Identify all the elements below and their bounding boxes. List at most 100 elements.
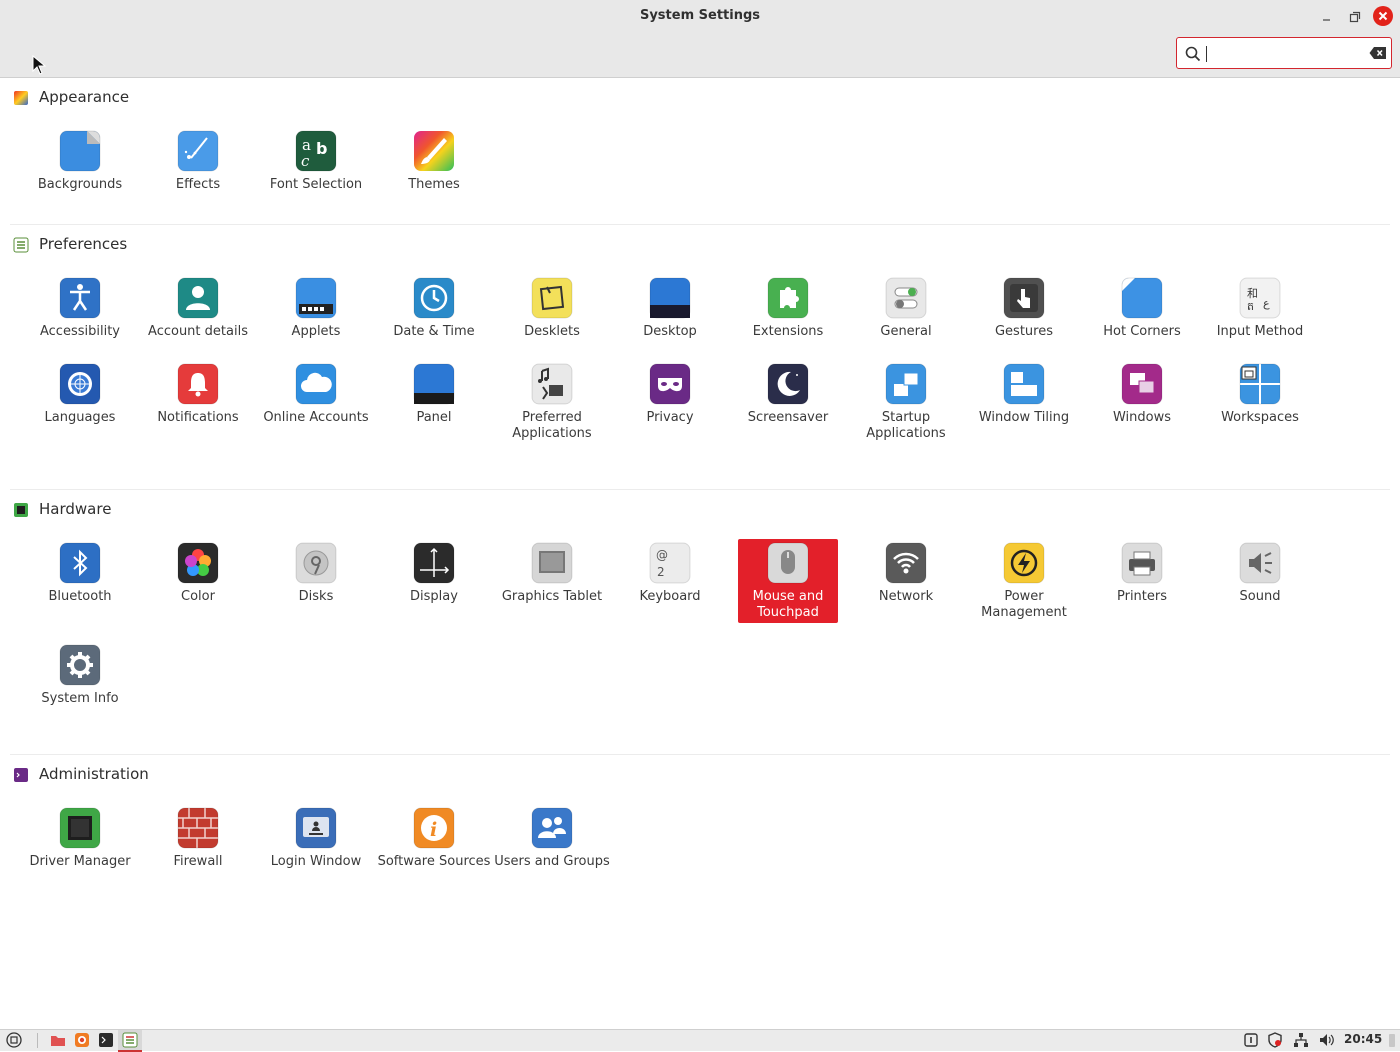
close-button[interactable]: [1373, 6, 1393, 26]
svg-text:ត: ត: [1247, 300, 1254, 313]
taskbar-active-window[interactable]: [118, 1030, 142, 1052]
cloud-icon: [295, 363, 337, 405]
settings-item-label: Hot Corners: [1103, 324, 1181, 339]
settings-item-general[interactable]: General: [856, 274, 956, 358]
appearance-section-icon: [14, 91, 28, 105]
settings-item-accessibility[interactable]: Accessibility: [30, 274, 130, 358]
settings-item-label: Disks: [298, 589, 334, 604]
settings-item-privacy[interactable]: Privacy: [620, 360, 720, 444]
settings-item-label: Windows: [1112, 410, 1172, 425]
settings-item-extensions[interactable]: Extensions: [738, 274, 838, 358]
settings-item-window-tiling[interactable]: Window Tiling: [974, 360, 1074, 444]
firefox-icon[interactable]: [74, 1032, 90, 1048]
settings-item-software-sources[interactable]: i Software Sources: [378, 804, 490, 888]
settings-item-backgrounds[interactable]: Backgrounds: [30, 127, 130, 211]
info-icon: i: [413, 807, 455, 849]
settings-item-label: Desktop: [643, 324, 697, 339]
settings-item-label: Effects: [175, 177, 221, 192]
maximize-button[interactable]: [1345, 7, 1365, 27]
settings-item-label: Driver Manager: [29, 854, 131, 869]
settings-item-driver-manager[interactable]: Driver Manager: [29, 804, 131, 888]
display-icon: [413, 542, 455, 584]
settings-item-screensaver[interactable]: Screensaver: [738, 360, 838, 444]
puzzle-icon: [767, 277, 809, 319]
settings-item-disks[interactable]: Disks: [266, 539, 366, 623]
settings-item-startup-applications[interactable]: Startup Applications: [856, 360, 956, 444]
svg-text:i: i: [430, 819, 437, 841]
search-box[interactable]: [1176, 37, 1392, 69]
files-icon[interactable]: [50, 1032, 66, 1048]
font-selection-icon: abc: [295, 130, 337, 172]
settings-item-hot-corners[interactable]: Hot Corners: [1092, 274, 1192, 358]
volume-tray-icon[interactable]: [1318, 1032, 1334, 1048]
settings-item-desktop[interactable]: Desktop: [620, 274, 720, 358]
settings-item-online-accounts[interactable]: Online Accounts: [263, 360, 369, 444]
settings-item-date-time[interactable]: Date & Time: [384, 274, 484, 358]
settings-item-workspaces[interactable]: Workspaces: [1210, 360, 1310, 444]
settings-item-preferred-applications[interactable]: Preferred Applications: [502, 360, 602, 444]
settings-item-notifications[interactable]: Notifications: [148, 360, 248, 444]
settings-item-system-info[interactable]: System Info: [30, 641, 130, 725]
settings-item-color[interactable]: Color: [148, 539, 248, 623]
show-desktop-button[interactable]: [1389, 1034, 1395, 1047]
settings-item-mouse-and-touchpad[interactable]: Mouse and Touchpad: [738, 539, 838, 623]
effects-icon: [177, 130, 219, 172]
menu-icon[interactable]: [6, 1032, 22, 1048]
settings-item-account-details[interactable]: Account details: [148, 274, 248, 358]
settings-item-sound[interactable]: Sound: [1210, 539, 1310, 623]
settings-item-graphics-tablet[interactable]: Graphics Tablet: [502, 539, 602, 623]
settings-item-label: Notifications: [157, 410, 239, 425]
settings-item-label: Window Tiling: [978, 410, 1070, 425]
settings-item-label: System Info: [41, 691, 119, 706]
users-icon: [531, 807, 573, 849]
panel-icon: [413, 363, 455, 405]
settings-item-desklets[interactable]: Desklets: [502, 274, 602, 358]
settings-item-firewall[interactable]: Firewall: [148, 804, 248, 888]
settings-item-gestures[interactable]: Gestures: [974, 274, 1074, 358]
title-bar[interactable]: System Settings: [0, 0, 1400, 78]
search-icon: [1185, 46, 1201, 62]
settings-item-applets[interactable]: Applets: [266, 274, 366, 358]
settings-item-font-selection[interactable]: a b c Font Selection: [266, 127, 366, 211]
settings-item-printers[interactable]: Printers: [1092, 539, 1192, 623]
settings-item-effects[interactable]: Effects: [148, 127, 248, 211]
settings-item-network[interactable]: Network: [856, 539, 956, 623]
settings-item-users-and-groups[interactable]: Users and Groups: [494, 804, 610, 888]
color-icon: [177, 542, 219, 584]
clock[interactable]: 20:45: [1344, 1032, 1382, 1046]
settings-item-power-management[interactable]: Power Management: [974, 539, 1074, 623]
shield-tray-icon[interactable]: [1267, 1032, 1283, 1048]
notes-tray-icon[interactable]: [1243, 1032, 1259, 1048]
settings-item-panel[interactable]: Panel: [384, 360, 484, 444]
terminal-icon[interactable]: [98, 1032, 114, 1048]
preferred-apps-icon: [531, 363, 573, 405]
account-details-icon: [177, 277, 219, 319]
settings-item-display[interactable]: Display: [384, 539, 484, 623]
settings-item-login-window[interactable]: Login Window: [266, 804, 366, 888]
hot-corners-icon: [1121, 277, 1163, 319]
clear-search-icon[interactable]: [1369, 46, 1387, 60]
wifi-icon: [885, 542, 927, 584]
settings-item-label: Workspaces: [1221, 410, 1299, 425]
disk-icon: [295, 542, 337, 584]
clock-icon: [413, 277, 455, 319]
section-title: Preferences: [39, 235, 128, 253]
section-divider: [10, 754, 1390, 755]
hand-icon: [1003, 277, 1045, 319]
settings-item-languages[interactable]: Languages: [30, 360, 130, 444]
speaker-icon: [1239, 542, 1281, 584]
startup-icon: [885, 363, 927, 405]
search-input[interactable]: [1209, 42, 1363, 66]
network-tray-icon[interactable]: [1293, 1032, 1309, 1048]
taskbar: 20:45: [0, 1029, 1400, 1052]
settings-item-themes[interactable]: Themes: [384, 127, 484, 211]
settings-item-keyboard[interactable]: @2 Keyboard: [620, 539, 720, 623]
moon-icon: [767, 363, 809, 405]
workspaces-icon: [1239, 363, 1281, 405]
minimize-button[interactable]: [1317, 7, 1337, 27]
settings-item-input-method[interactable]: 和ត ع Input Method: [1210, 274, 1310, 358]
settings-item-windows[interactable]: Windows: [1092, 360, 1192, 444]
settings-item-label: Extensions: [752, 324, 824, 339]
settings-item-bluetooth[interactable]: Bluetooth: [30, 539, 130, 623]
section-title: Administration: [39, 765, 149, 783]
